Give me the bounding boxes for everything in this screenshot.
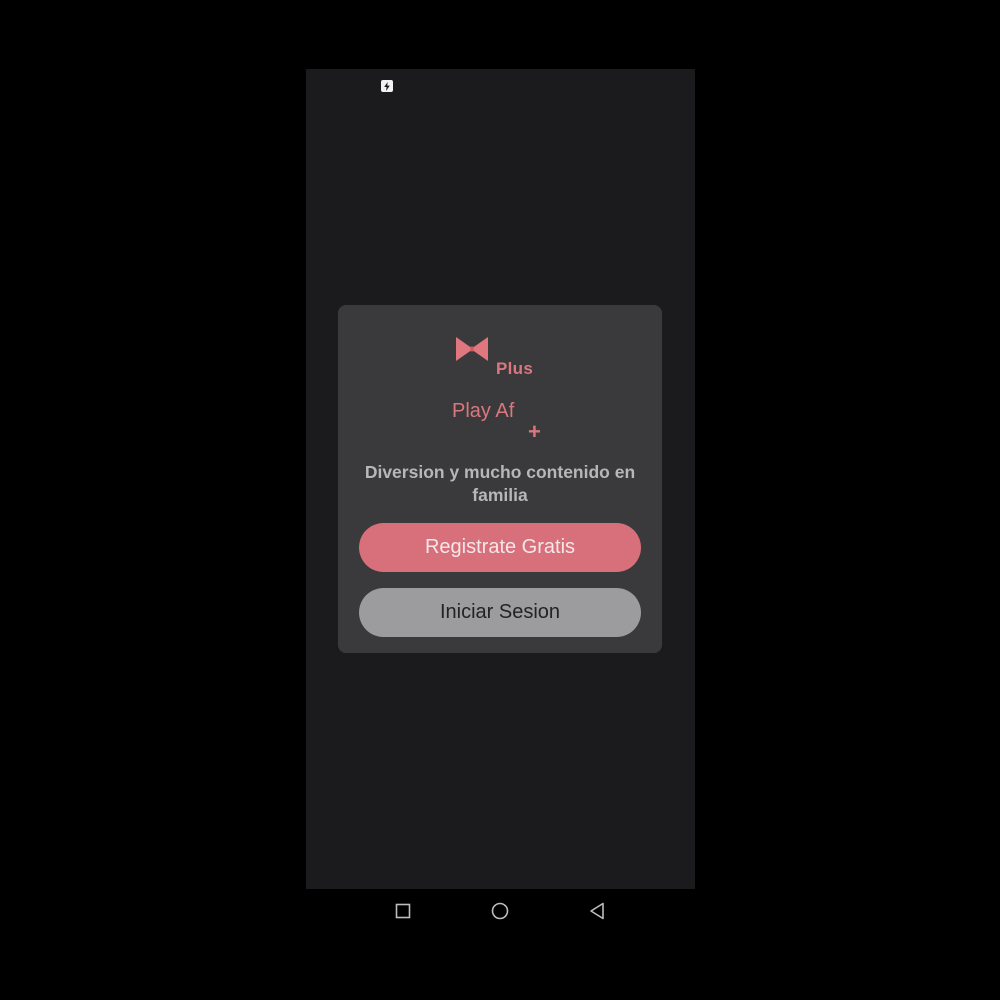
navigation-bar: [306, 889, 695, 933]
app-screen: Plus Play Af + Diversion y mucho conteni…: [306, 69, 695, 889]
square-icon[interactable]: [393, 901, 413, 921]
triangle-back-icon[interactable]: [587, 901, 607, 921]
login-button[interactable]: Iniciar Sesion: [359, 588, 641, 637]
status-bar: [306, 69, 695, 103]
logo-plus-label: Plus: [496, 359, 534, 378]
bow-logo-icon: [455, 336, 489, 362]
circle-icon[interactable]: [490, 901, 510, 921]
welcome-card: Plus Play Af + Diversion y mucho conteni…: [338, 305, 662, 653]
app-plus-sign: +: [528, 419, 541, 444]
register-button[interactable]: Registrate Gratis: [359, 523, 641, 572]
tagline: Diversion y mucho contenido en familia: [364, 462, 636, 505]
app-notification-icon: [381, 80, 393, 92]
app-name: Play Af: [452, 400, 515, 422]
